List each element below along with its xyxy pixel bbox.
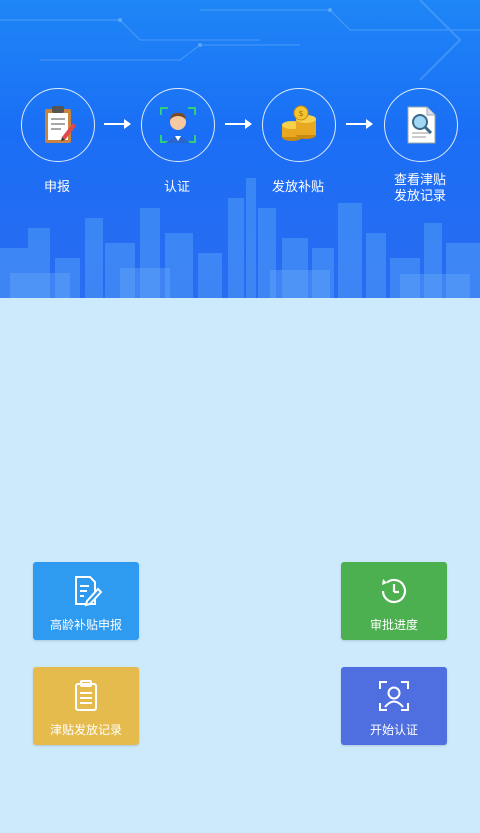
- step-label-apply: 申报: [43, 180, 70, 195]
- start-verification-label: 开始认证: [369, 723, 418, 737]
- circuit-decoration: [0, 0, 480, 80]
- svg-text:$: $: [298, 109, 303, 118]
- step-label-records-line1: 查看津贴: [393, 173, 446, 188]
- step-label-records: 查看津贴 发放记录: [375, 173, 465, 205]
- arrow-right-icon: [104, 119, 131, 129]
- clipboard-icon: [45, 106, 76, 143]
- clipboard-list-icon: [75, 680, 97, 711]
- arrow-right-icon: [225, 119, 252, 129]
- step-label-pay: 发放补贴: [271, 180, 324, 195]
- step-pay-subsidy: $: [262, 88, 336, 162]
- face-scan-icon: [379, 681, 409, 711]
- subsidy-records-button[interactable]: 津贴发放记录: [33, 667, 139, 745]
- step-label-records-line2: 发放记录: [393, 189, 446, 204]
- document-search-icon: [407, 106, 436, 144]
- face-scan-person-icon: [160, 107, 196, 143]
- approval-progress-label: 审批进度: [369, 618, 418, 632]
- arrow-right-icon: [346, 119, 373, 129]
- gold-coins-icon: $: [282, 105, 316, 141]
- apply-subsidy-label: 高龄补贴申报: [49, 618, 122, 632]
- start-verification-button[interactable]: 开始认证: [341, 667, 447, 745]
- subsidy-records-label: 津贴发放记录: [49, 723, 122, 737]
- step-label-verify: 认证: [163, 180, 190, 195]
- step-apply: [21, 88, 95, 162]
- process-banner: $ 申报 认证 发放补贴 查看津贴 发放记录: [0, 0, 480, 298]
- edit-document-icon: [75, 576, 103, 607]
- apply-subsidy-button[interactable]: 高龄补贴申报: [33, 562, 139, 640]
- step-verify: [141, 88, 215, 162]
- clock-history-icon: [381, 578, 407, 604]
- approval-progress-button[interactable]: 审批进度: [341, 562, 447, 640]
- step-view-records: [384, 88, 458, 162]
